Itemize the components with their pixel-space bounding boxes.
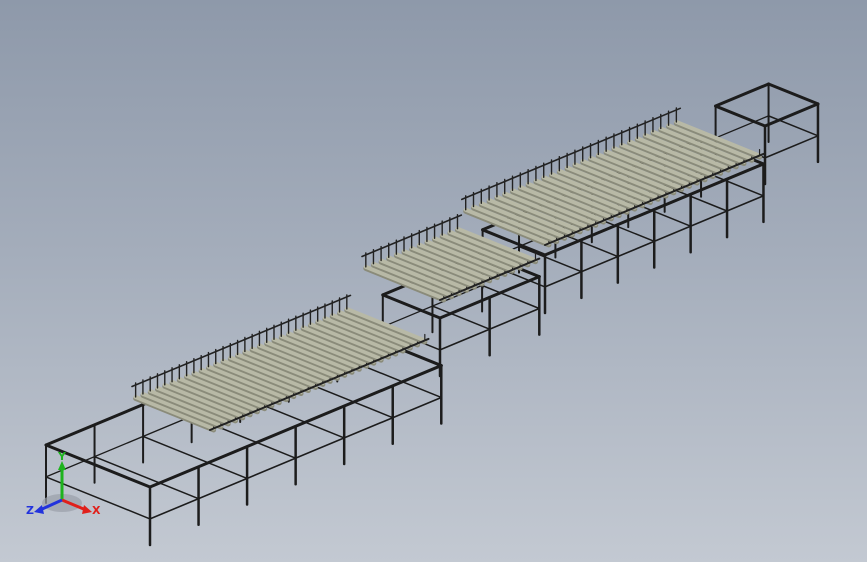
triad-x-label: X [92,504,101,517]
frame-beam [714,82,771,108]
reference-triad: Y X Z [22,448,112,528]
frame-lower-rail [764,135,819,159]
frame-beam [714,104,767,128]
triad-z-label: Z [26,504,34,517]
frame-lower-rail [714,115,770,139]
frame-beam [767,82,820,106]
triad-y-label: Y [58,450,66,463]
frame-crossbar [767,115,819,137]
graphics-viewport[interactable]: Y X Z [0,0,867,562]
conveyor-model[interactable] [0,0,867,562]
frame-beam [763,102,820,128]
frame-crossbar [142,435,248,480]
